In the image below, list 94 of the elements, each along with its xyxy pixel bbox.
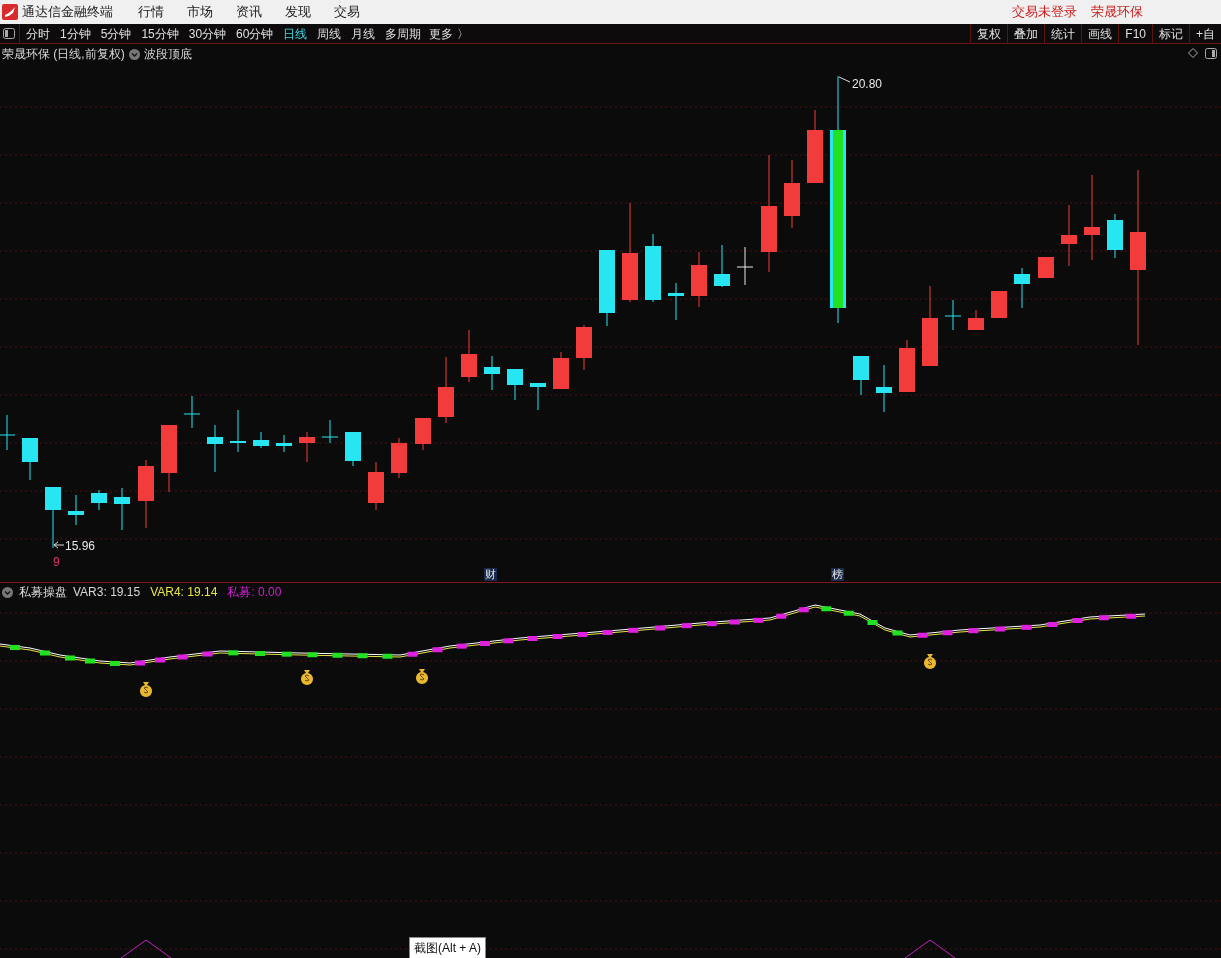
candlestick [415,417,431,451]
money-bag-icon [140,682,152,697]
candlestick [345,431,361,467]
candlestick [714,244,730,288]
app-title: 通达信金融终端 [22,3,114,22]
period-tab[interactable]: 30分钟 [188,24,227,43]
candlestick [484,355,500,391]
candlestick [22,437,38,481]
price-label: 15.96 [65,538,96,555]
toolbar-button[interactable]: +自 [1189,24,1221,43]
dropdown-icon[interactable] [2,586,13,598]
menu-item[interactable]: 交易 [334,2,360,22]
dropdown-icon[interactable] [128,48,140,60]
leader-line [53,541,65,549]
stock-name-link[interactable]: 荣晟环保 [1091,2,1143,22]
indicator-name[interactable]: 私募操盘 [19,583,67,601]
candlestick [0,414,16,451]
candlestick [507,368,523,401]
count-label: 9 [53,554,60,571]
candlestick [645,233,661,303]
candlestick [299,431,315,463]
panel-toggle-icon[interactable] [1205,48,1217,59]
candlestick [230,409,246,453]
period-tab[interactable]: 分时 [26,24,50,43]
indicator-value: VAR3: 19.15 [73,584,141,601]
period-tab[interactable]: 60分钟 [236,24,274,43]
menu-item[interactable]: 发现 [285,2,311,22]
toolbar-button[interactable]: 叠加 [1007,24,1045,43]
candlestick [991,290,1007,319]
period-tab[interactable]: 5分钟 [100,24,132,43]
price-label: 20.80 [852,76,883,93]
menu-item[interactable]: 行情 [138,2,164,22]
candlestick [114,487,130,531]
period-tab[interactable]: 15分钟 [141,24,179,43]
candlestick [944,299,962,331]
candlestick [553,351,569,390]
candlestick [1038,256,1054,279]
candlestick [968,309,984,331]
candlestick [736,246,754,286]
candlestick [253,431,269,449]
candlestick [668,282,684,321]
candlestick [691,251,707,308]
toolbar-button[interactable]: 标记 [1152,24,1189,43]
money-bag-icon [416,669,428,684]
event-marker[interactable]: 财 [484,568,497,581]
tooltip: 截图(Alt + A) [409,937,486,958]
candlestick [576,324,592,371]
period-tab[interactable]: 1分钟 [60,24,91,43]
candlestick [530,382,546,411]
indicator-name[interactable]: 波段顶底 [143,45,192,63]
leader-line [838,76,851,83]
chart-title: 荣晟环保 (日线,前复权) [2,46,125,63]
candlestick [391,437,407,479]
event-marker[interactable]: 榜 [831,568,844,581]
money-bag-icon [301,670,313,685]
period-tab[interactable]: 多周期 [385,24,422,43]
candlestick [1107,213,1123,259]
menu-item[interactable]: 资讯 [236,2,262,22]
candlestick [276,434,292,453]
app-logo-icon [2,4,18,20]
candlestick [68,494,84,526]
candlestick [784,159,800,229]
peak-line-drawing [120,939,172,958]
login-status-link[interactable]: 交易未登录 [1012,2,1077,22]
candlestick [45,486,61,549]
candlestick [183,395,201,429]
period-tab[interactable]: 周线 [317,24,342,43]
diamond-icon[interactable] [1188,48,1198,58]
candlestick [161,424,177,493]
peak-line-drawing [904,939,956,958]
toolbar-button[interactable]: F10 [1118,24,1152,43]
indicator-value: 私募: 0.00 [227,584,282,601]
sidebar-toggle-icon[interactable] [3,28,15,39]
candlestick [461,329,477,383]
money-bag-icon [924,654,936,669]
candlestick [321,419,339,444]
candlestick [91,489,107,511]
candlestick [368,461,384,511]
candlestick [207,424,223,473]
candlestick [876,364,892,413]
candlestick [1014,267,1030,309]
candlestick [138,459,154,529]
candlestick [438,356,454,424]
period-tab[interactable]: 月线 [351,24,376,43]
candlestick [899,339,915,393]
menu-item[interactable]: 市场 [187,2,213,22]
toolbar-button[interactable]: 复权 [970,24,1008,43]
toolbar-button[interactable]: 统计 [1044,24,1082,43]
period-tab[interactable]: 日线 [283,24,308,43]
candlestick [853,355,869,396]
more-periods-tab[interactable]: 更多 〉 [429,24,469,43]
candlestick [1061,204,1077,267]
indicator-value: VAR4: 19.14 [150,584,218,601]
toolbar-button[interactable]: 画线 [1081,24,1119,43]
